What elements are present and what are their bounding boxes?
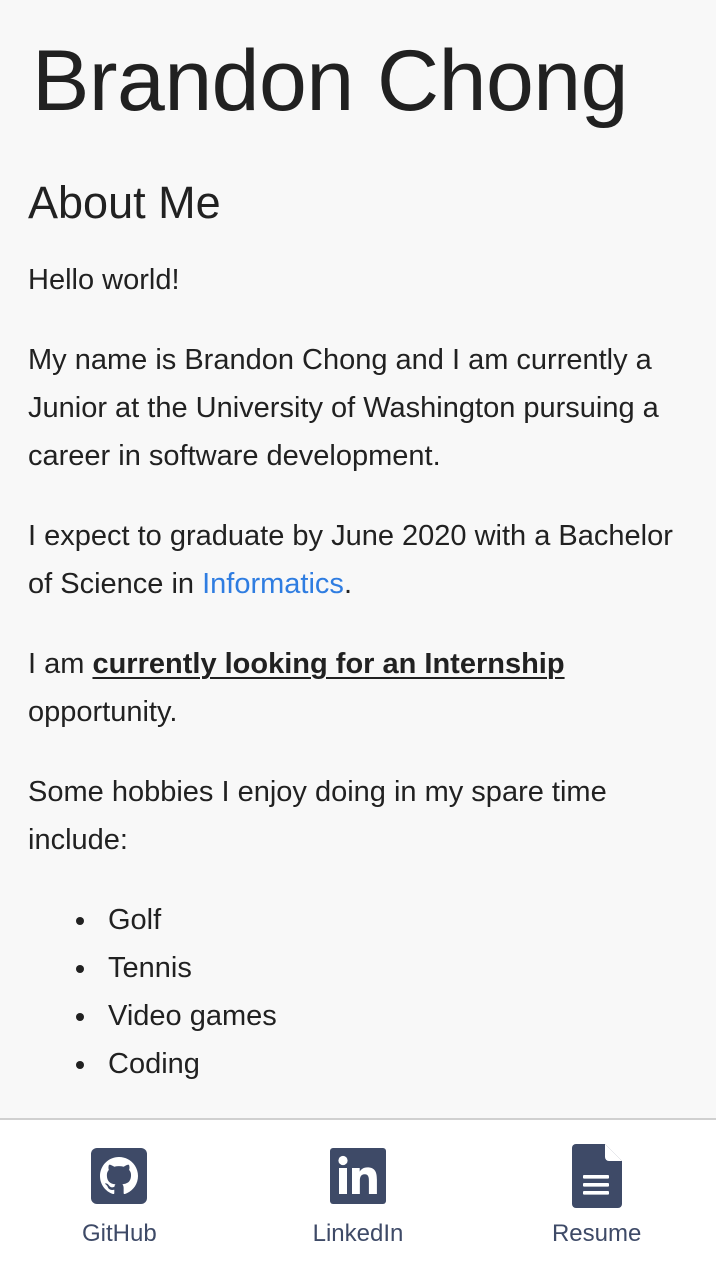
list-item: Video games bbox=[76, 992, 688, 1040]
site-title: Brandon Chong bbox=[32, 33, 628, 129]
hobby-list: Golf Tennis Video games Coding bbox=[28, 896, 688, 1088]
informatics-link[interactable]: Informatics bbox=[202, 568, 344, 600]
graduation-paragraph: I expect to graduate by June 2020 with a… bbox=[28, 512, 688, 608]
main-content: Brandon Chong About Me Hello world! My n… bbox=[0, 0, 716, 1118]
github-icon bbox=[91, 1144, 148, 1208]
internship-paragraph: I am currently looking for an Internship… bbox=[28, 640, 688, 736]
document-icon bbox=[569, 1144, 625, 1208]
github-label: GitHub bbox=[81, 1220, 157, 1247]
hobbies-intro: Some hobbies I enjoy doing in my spare t… bbox=[28, 776, 607, 856]
list-item: Golf bbox=[76, 896, 688, 944]
about-heading: About Me bbox=[28, 177, 221, 228]
graduation-period: . bbox=[343, 568, 352, 600]
linkedin-button[interactable]: LinkedIn bbox=[258, 1120, 458, 1246]
linkedin-icon bbox=[329, 1144, 386, 1208]
list-item: Coding bbox=[76, 1040, 688, 1088]
github-button[interactable]: GitHub bbox=[19, 1120, 219, 1246]
resume-button[interactable]: Resume bbox=[497, 1120, 697, 1246]
linkedin-label: LinkedIn bbox=[312, 1220, 404, 1247]
resume-label: Resume bbox=[551, 1220, 642, 1247]
internship-suffix: opportunity. bbox=[28, 696, 178, 728]
page: Brandon Chong About Me Hello world! My n… bbox=[0, 0, 716, 1274]
list-item: Tennis bbox=[76, 944, 688, 992]
internship-emphasis: currently looking for an Internship bbox=[92, 648, 565, 680]
bottom-nav: GitHub LinkedIn Resume bbox=[0, 1118, 716, 1274]
intro-paragraph: My name is Brandon Chong and I am curren… bbox=[28, 344, 659, 472]
hello-paragraph: Hello world! bbox=[28, 264, 180, 296]
internship-text: I am bbox=[28, 648, 93, 680]
